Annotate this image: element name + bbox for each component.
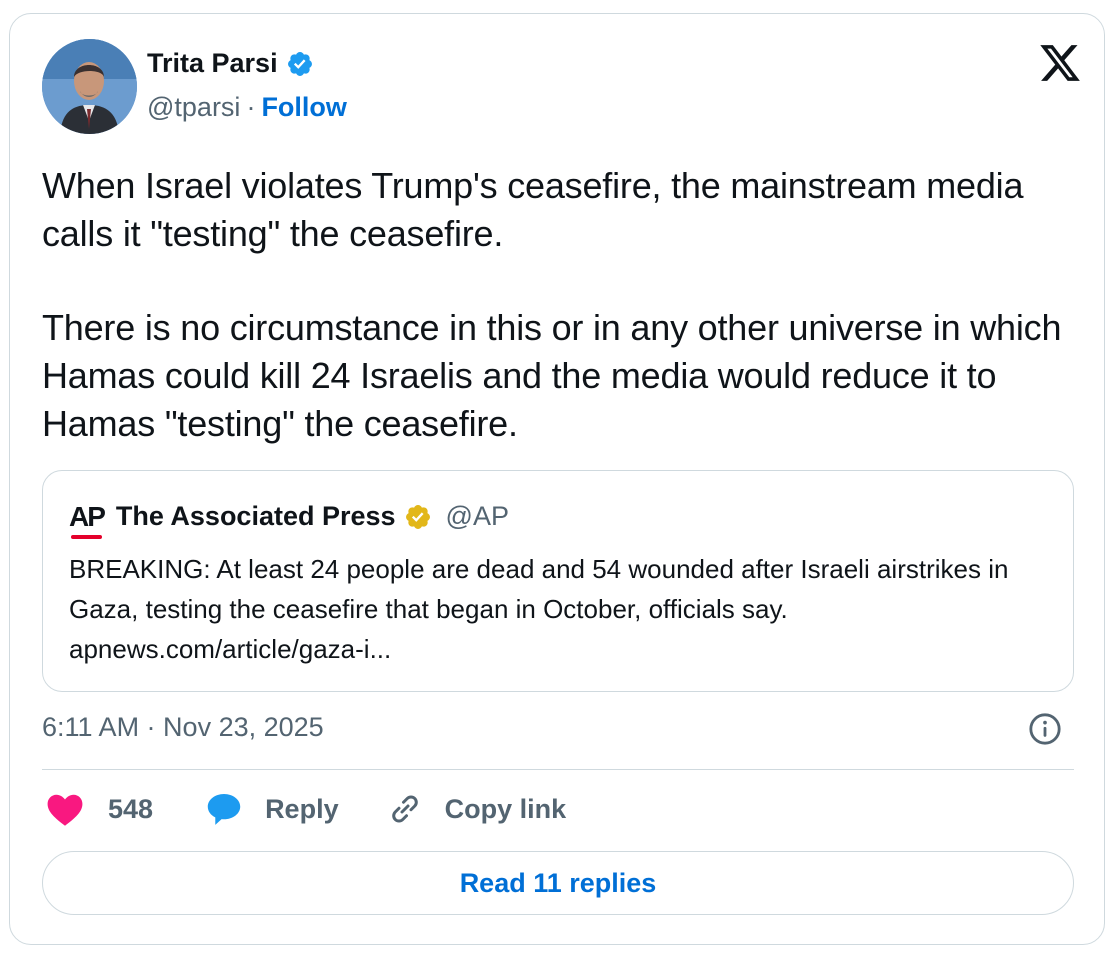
link-icon [391,795,418,823]
copy-link-label: Copy link [444,793,567,824]
like-count: 548 [108,793,154,824]
reply-button[interactable]: Reply [205,790,339,828]
copy-link-button[interactable]: Copy link [387,791,567,827]
follow-button[interactable]: Follow [261,92,346,123]
tweet-paragraph-1: When Israel violates Trump's ceasefire, … [42,165,1024,254]
divider [42,769,1074,770]
quoted-tweet[interactable]: AP The Associated Press @AP BREAKING: At… [42,470,1074,692]
separator-dot: · [246,92,256,122]
heart-icon [47,794,83,826]
tweet-paragraph-2: There is no circumstance in this or in a… [42,307,1062,444]
x-logo-icon[interactable] [1038,41,1082,85]
avatar[interactable] [42,39,137,134]
ap-logo: AP [69,500,106,539]
like-button[interactable]: 548 [46,791,153,827]
quoted-author-name: The Associated Press [115,501,396,531]
quoted-tweet-header: AP The Associated Press @AP [69,500,509,539]
quoted-tweet-text: BREAKING: At least 24 people are dead an… [69,554,1009,664]
gold-verified-badge-icon [405,504,430,529]
reply-bubble-icon [207,793,241,825]
info-icon[interactable] [1028,712,1062,746]
reply-label: Reply [265,793,339,824]
verified-badge-icon [287,51,312,76]
quoted-author-handle: @AP [445,501,509,531]
author-name[interactable]: Trita Parsi [147,48,278,79]
read-replies-button[interactable]: Read 11 replies [42,851,1074,915]
author-name-row: Trita Parsi [147,48,314,79]
ap-logo-text: AP [69,500,106,532]
read-replies-label: Read 11 replies [459,867,657,898]
avatar-image [42,39,137,134]
ap-logo-underline [71,534,102,539]
tweet-text: When Israel violates Trump's ceasefire, … [42,162,1072,448]
tweet-timestamp[interactable]: 6:11 AM · Nov 23, 2025 [42,712,324,743]
action-bar: 548 Reply Copy link [46,790,566,828]
author-handle[interactable]: @tparsi [147,92,240,123]
author-handle-row: @tparsi · Follow [147,92,347,123]
